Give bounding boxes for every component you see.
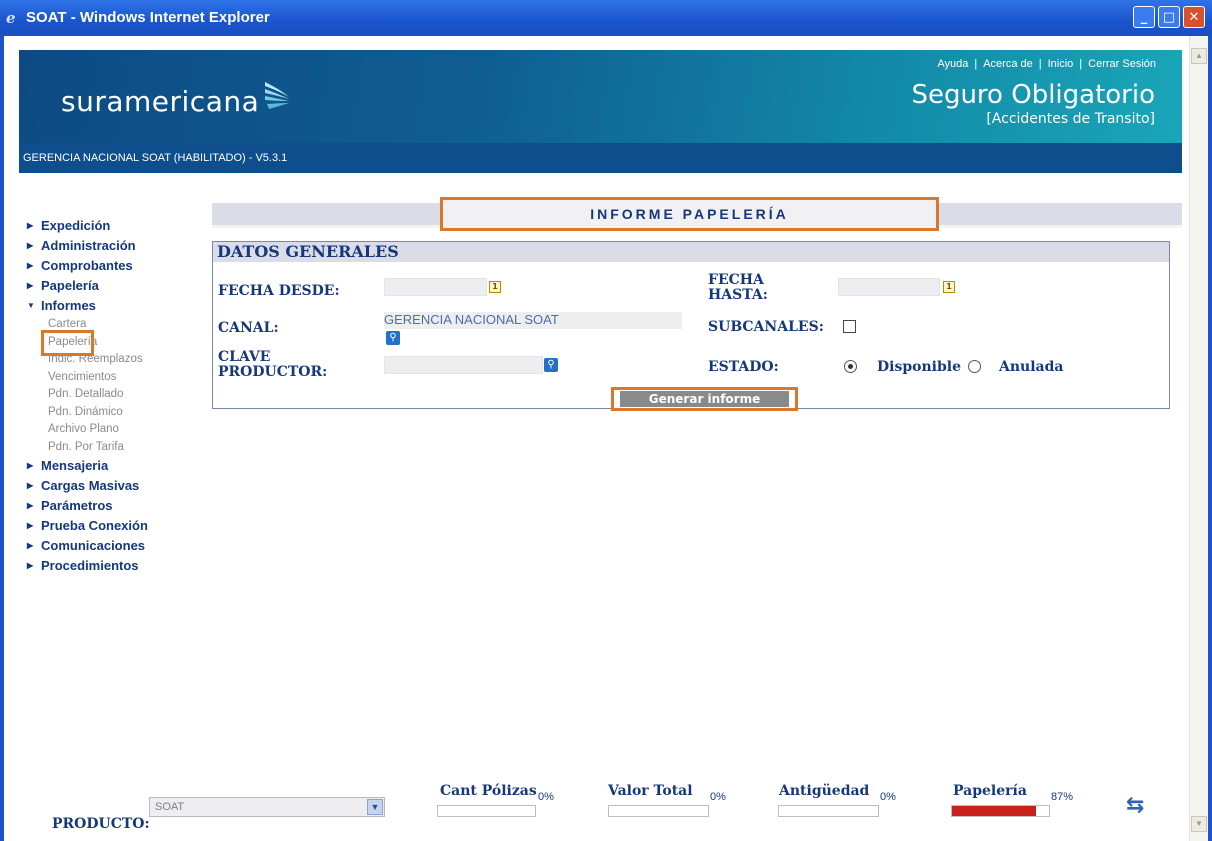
panel-title: DATOS GENERALES bbox=[213, 242, 1169, 262]
status-bar: GERENCIA NACIONAL SOAT (HABILITADO) - V5… bbox=[19, 143, 1182, 173]
logo-wing-icon bbox=[265, 82, 289, 109]
generate-report-button[interactable]: Generar informe bbox=[611, 387, 798, 411]
menu-item-papeleria[interactable]: Papelería bbox=[27, 278, 217, 298]
ie-logo-icon: e bbox=[6, 9, 16, 27]
submenu-item-archivo-plano[interactable]: Archivo Plano bbox=[27, 423, 217, 441]
producto-selected-value: SOAT bbox=[155, 801, 185, 813]
submenu-item-vencimientos[interactable]: Vencimientos bbox=[27, 371, 217, 389]
estado-anulada-radio[interactable] bbox=[968, 360, 981, 373]
brand-title: Seguro Obligatorio bbox=[911, 80, 1155, 110]
suramericana-logo[interactable]: suramericana bbox=[61, 85, 259, 118]
producto-label: PRODUCTO: bbox=[52, 816, 150, 832]
subcanales-checkbox[interactable] bbox=[843, 320, 856, 333]
menu-item-expedicion[interactable]: Expedición bbox=[27, 218, 217, 238]
menu-item-parametros[interactable]: Parámetros bbox=[27, 498, 217, 518]
sidebar-menu: Expedición Administración Comprobantes P… bbox=[27, 218, 217, 578]
scroll-down-button[interactable]: ▼ bbox=[1191, 816, 1207, 832]
menu-item-comprobantes[interactable]: Comprobantes bbox=[27, 258, 217, 278]
estado-disponible-radio[interactable] bbox=[844, 360, 857, 373]
canal-search-icon[interactable]: ⚲ bbox=[386, 331, 400, 345]
status-text: GERENCIA NACIONAL SOAT (HABILITADO) - V5… bbox=[23, 152, 288, 164]
fecha-desde-input[interactable] bbox=[384, 278, 487, 296]
chevron-down-icon[interactable]: ▼ bbox=[367, 799, 383, 815]
logout-link[interactable]: Cerrar Sesión bbox=[1088, 58, 1156, 70]
indicator-bar bbox=[778, 805, 879, 817]
brand-subtitle: [Accidentes de Transito] bbox=[986, 111, 1155, 127]
indicator-bar bbox=[608, 805, 709, 817]
header-banner: suramericana Ayuda | Acerca de | Inicio | Cerr… bbox=[19, 50, 1182, 143]
canal-value: GERENCIA NACIONAL SOAT bbox=[384, 312, 682, 329]
subcanales-label: SUBCANALES: bbox=[708, 319, 824, 335]
fecha-hasta-input[interactable] bbox=[838, 278, 940, 296]
indicator-label: Papelería bbox=[953, 783, 1027, 799]
home-link[interactable]: Inicio bbox=[1048, 58, 1074, 70]
highlight-box-papeleria bbox=[41, 330, 94, 356]
indicator-label: Valor Total bbox=[608, 783, 693, 799]
window-titlebar: e SOAT - Windows Internet Explorer _ □ ✕ bbox=[0, 0, 1212, 36]
close-button[interactable]: ✕ bbox=[1183, 6, 1205, 28]
about-link[interactable]: Acerca de bbox=[983, 58, 1033, 70]
estado-anulada-label: Anulada bbox=[999, 359, 1064, 375]
generate-report-label: Generar informe bbox=[620, 391, 789, 407]
indicator-fill bbox=[952, 806, 1037, 816]
window-title: SOAT - Windows Internet Explorer bbox=[26, 9, 270, 26]
indicator-bar bbox=[437, 805, 536, 817]
fecha-hasta-label: FECHA HASTA: bbox=[708, 272, 768, 303]
scroll-up-button[interactable]: ▲ bbox=[1191, 48, 1207, 64]
clave-productor-input[interactable] bbox=[384, 356, 543, 374]
menu-item-comunicaciones[interactable]: Comunicaciones bbox=[27, 538, 217, 558]
submenu-item-pdn-por-tarifa[interactable]: Pdn. Por Tarifa bbox=[27, 441, 217, 459]
indicator-percent: 0% bbox=[880, 791, 896, 803]
menu-item-cargas-masivas[interactable]: Cargas Masivas bbox=[27, 478, 217, 498]
menu-item-mensajeria[interactable]: Mensajeria bbox=[27, 458, 217, 478]
menu-item-procedimientos[interactable]: Procedimientos bbox=[27, 558, 217, 578]
fecha-desde-label: FECHA DESDE: bbox=[218, 283, 340, 299]
indicator-bar bbox=[951, 805, 1050, 817]
indicator-percent: 0% bbox=[710, 791, 726, 803]
calendar-icon[interactable]: 1 bbox=[943, 281, 955, 293]
general-data-panel: DATOS GENERALES FECHA DESDE: 1 FECHA HAS… bbox=[212, 241, 1170, 409]
help-link[interactable]: Ayuda bbox=[937, 58, 968, 70]
indicator-percent: 0% bbox=[538, 791, 554, 803]
report-title: INFORME PAPELERÍA bbox=[440, 197, 939, 231]
indicator-percent: 87% bbox=[1051, 791, 1074, 803]
top-links: Ayuda | Acerca de | Inicio | Cerrar Sesión bbox=[937, 58, 1156, 70]
menu-item-administracion[interactable]: Administración bbox=[27, 238, 217, 258]
refresh-icon[interactable]: ⇆ bbox=[1126, 793, 1156, 818]
producto-select[interactable]: SOAT ▼ bbox=[149, 797, 385, 817]
indicator-label: Cant Pólizas bbox=[440, 783, 537, 799]
minimize-button[interactable]: _ bbox=[1133, 6, 1155, 28]
canal-label: CANAL: bbox=[218, 320, 279, 336]
submenu-item-pdn-dinamico[interactable]: Pdn. Dinámico bbox=[27, 406, 217, 424]
menu-item-informes[interactable]: Informes bbox=[27, 298, 217, 318]
maximize-button[interactable]: □ bbox=[1158, 6, 1180, 28]
estado-label: ESTADO: bbox=[708, 359, 779, 375]
menu-item-prueba-conexion[interactable]: Prueba Conexión bbox=[27, 518, 217, 538]
calendar-icon[interactable]: 1 bbox=[489, 281, 501, 293]
estado-disponible-label: Disponible bbox=[877, 359, 961, 375]
indicator-label: Antigüedad bbox=[779, 783, 870, 799]
clave-search-icon[interactable]: ⚲ bbox=[544, 358, 558, 372]
vertical-scrollbar[interactable]: ▲ ▼ bbox=[1189, 36, 1208, 841]
submenu-item-pdn-detallado[interactable]: Pdn. Detallado bbox=[27, 388, 217, 406]
clave-productor-label: CLAVE PRODUCTOR: bbox=[218, 349, 328, 380]
